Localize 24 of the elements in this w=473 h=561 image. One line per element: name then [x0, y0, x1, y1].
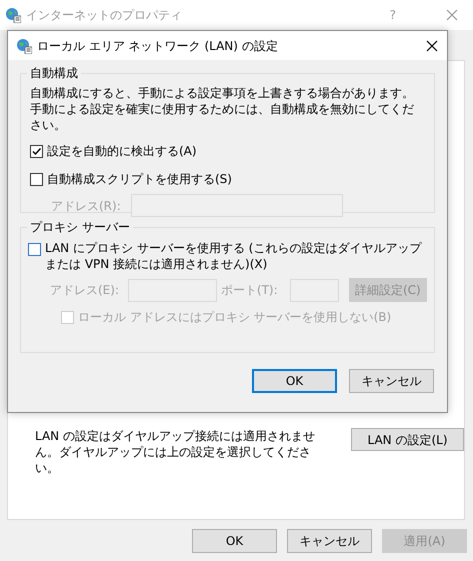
checkbox[interactable]: [30, 172, 43, 186]
window-title: インターネットのプロパティ: [26, 7, 182, 24]
globe-icon: [16, 38, 32, 54]
lan-settings-button[interactable]: LAN の設定(L): [351, 428, 464, 451]
lan-description: LAN の設定はダイヤルアップ接続には適用されません。ダイヤルアップには上の設定を選択してください。: [35, 428, 315, 476]
dialog-button[interactable]: キャンセル: [349, 369, 434, 393]
field-label: ポート(T):: [220, 282, 278, 299]
dialog-button[interactable]: OK: [192, 529, 277, 553]
close-icon[interactable]: [426, 40, 438, 52]
dialog-button[interactable]: OK: [252, 369, 337, 393]
dialog-title: ローカル エリア ネットワーク (LAN) の設定: [37, 38, 278, 54]
checkbox-label: 自動構成スクリプトを使用する(S): [47, 171, 232, 188]
group-legend: 自動構成: [27, 65, 81, 81]
field-label: アドレス(R):: [51, 198, 121, 214]
checkbox-label: ローカル アドレスにはプロキシ サーバーを使用しない(B): [78, 309, 392, 326]
dialog-button[interactable]: キャンセル: [287, 529, 372, 553]
checkbox-label: 設定を自動的に検出する(A): [47, 143, 197, 160]
group-legend: プロキシ サーバー: [27, 219, 133, 235]
globe-icon: [5, 7, 21, 23]
auto-config-description: 自動構成にすると、手動による設定事項を上書きする場合があります。手動による設定を確実に使用するためには、自動構成を無効にしてください。: [30, 85, 415, 133]
checkbox[interactable]: [30, 144, 43, 158]
checkbox-label: LAN にプロキシ サーバーを使用する (これらの設定はダイヤルアップまたは VPN 接続には適用されません)(X): [45, 240, 423, 272]
field-label: アドレス(E):: [50, 282, 119, 299]
checkbox[interactable]: [28, 243, 41, 256]
